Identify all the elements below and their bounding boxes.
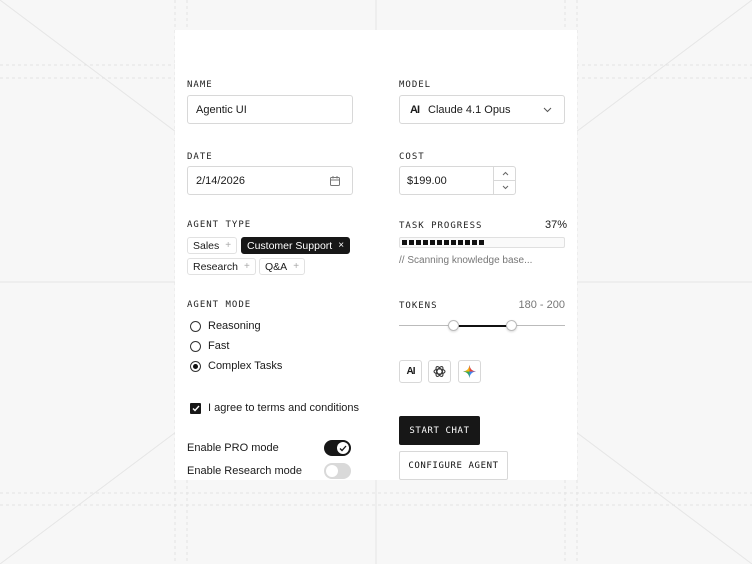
task-progress-label: TASK PROGRESS: [399, 221, 483, 231]
chevron-down-icon: [543, 107, 552, 113]
openai-provider-button[interactable]: [428, 360, 451, 383]
toggle-knob: [337, 442, 349, 454]
slider-range: [453, 325, 512, 327]
radio-fast[interactable]: Fast: [190, 340, 229, 352]
tag-customer-support[interactable]: Customer Support ×: [241, 237, 351, 254]
plus-icon: +: [243, 261, 250, 272]
terms-label: I agree to terms and conditions: [208, 402, 360, 414]
model-label: MODEL: [399, 80, 432, 90]
configure-agent-button[interactable]: CONFIGURE AGENT: [399, 451, 508, 480]
progress-status: // Scanning knowledge base...: [399, 255, 533, 266]
tokens-label: TOKENS: [399, 301, 438, 311]
name-input[interactable]: Agentic UI: [187, 95, 353, 124]
tag-label: Sales: [193, 239, 220, 252]
checkbox[interactable]: [190, 402, 201, 414]
model-value: Claude 4.1 Opus: [428, 103, 511, 116]
date-input[interactable]: 2/14/2026: [187, 166, 353, 195]
checkmark-icon: [192, 405, 200, 412]
chevron-down-icon: [502, 185, 508, 190]
date-label: DATE: [187, 152, 213, 162]
close-icon[interactable]: ×: [338, 240, 344, 251]
gemini-icon: [463, 365, 476, 378]
anthropic-logo-icon: AI: [410, 103, 420, 116]
pro-mode-label: Enable PRO mode: [187, 442, 279, 454]
chevron-up-icon: [502, 171, 508, 176]
name-label: NAME: [187, 80, 213, 90]
openai-icon: [433, 366, 446, 377]
agent-mode-label: AGENT MODE: [187, 300, 252, 310]
check-icon: [339, 445, 347, 451]
decrement-button[interactable]: [494, 181, 516, 194]
radio-reasoning[interactable]: Reasoning: [190, 320, 261, 332]
agent-type-label: AGENT TYPE: [187, 220, 252, 230]
radio-label: Reasoning: [208, 320, 261, 332]
cost-label: COST: [399, 152, 425, 162]
tokens-range-slider[interactable]: [399, 320, 565, 332]
radio-button[interactable]: [190, 340, 201, 352]
progress-bar: [399, 237, 565, 248]
increment-button[interactable]: [494, 167, 516, 181]
stepper-controls: [493, 167, 516, 194]
task-progress-percent: 37%: [544, 219, 567, 231]
radio-complex-tasks[interactable]: Complex Tasks: [190, 360, 282, 372]
anthropic-provider-button[interactable]: AI: [399, 360, 422, 383]
model-select[interactable]: AI Claude 4.1 Opus: [399, 95, 565, 124]
tag-qa[interactable]: Q&A +: [259, 258, 306, 275]
research-mode-toggle[interactable]: [324, 463, 351, 479]
name-value: Agentic UI: [196, 103, 247, 116]
terms-checkbox-row[interactable]: I agree to terms and conditions: [190, 402, 359, 414]
radio-button[interactable]: [190, 360, 201, 372]
cost-stepper[interactable]: $199.00: [399, 166, 516, 195]
progress-fill: [402, 240, 485, 245]
slider-thumb-high[interactable]: [505, 320, 517, 331]
radio-label: Fast: [208, 340, 230, 352]
pro-mode-toggle[interactable]: [324, 440, 351, 456]
tokens-range-value: 180 - 200: [518, 299, 565, 311]
tag-research[interactable]: Research +: [187, 258, 256, 275]
calendar-icon[interactable]: [330, 176, 340, 186]
cost-value: $199.00: [407, 174, 447, 187]
tag-label: Customer Support: [247, 239, 333, 252]
radio-button[interactable]: [190, 320, 201, 332]
anthropic-icon: AI: [406, 366, 416, 377]
radio-label: Complex Tasks: [208, 360, 283, 372]
tag-label: Research: [193, 260, 238, 273]
slider-thumb-low[interactable]: [447, 320, 459, 331]
toggle-knob: [326, 465, 338, 477]
gemini-provider-button[interactable]: [458, 360, 481, 383]
tag-label: Q&A: [265, 260, 288, 273]
plus-icon: +: [293, 261, 300, 272]
tag-sales[interactable]: Sales +: [187, 237, 238, 254]
date-value: 2/14/2026: [196, 174, 245, 187]
start-chat-button[interactable]: START CHAT: [399, 416, 480, 445]
plus-icon: +: [225, 240, 232, 251]
research-mode-label: Enable Research mode: [187, 465, 302, 477]
